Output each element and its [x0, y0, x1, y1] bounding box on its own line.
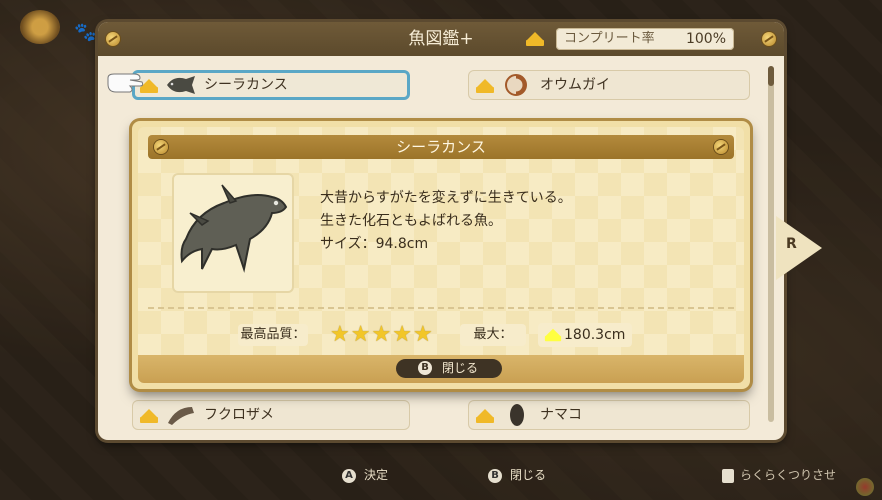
- list-item-nautilus[interactable]: オウムガイ: [468, 70, 750, 100]
- fish-detail-popup: シーラカンス 大昔からすがたを変えずに生きている。 生きた化石ともよばれる魚。 …: [132, 121, 750, 389]
- crown-icon: [526, 32, 544, 46]
- button-icon: [722, 468, 734, 483]
- nautilus-icon: [505, 74, 527, 96]
- max-size-box: 180.3cm: [538, 323, 632, 347]
- sea-cucumber-icon: [510, 404, 524, 426]
- star-icon: ★: [412, 322, 433, 347]
- max-size-label: 最大：: [460, 324, 526, 346]
- description-line: 生きた化石ともよばれる魚。: [320, 213, 502, 229]
- completion-value: 100%: [685, 31, 726, 47]
- auto-fishing-hint[interactable]: らくらくつりさせ: [722, 466, 836, 483]
- window-title: 魚図鑑+: [408, 29, 474, 49]
- a-button-icon: A: [342, 468, 356, 483]
- screw-icon: [106, 32, 120, 46]
- quality-label: 最高品質：: [238, 324, 308, 346]
- fish-description: 大昔からすがたを変えずに生きている。 生きた化石ともよばれる魚。 サイズ：94.…: [320, 187, 572, 256]
- panel-header: 魚図鑑+ コンプリート率 100%: [98, 22, 784, 56]
- coelacanth-image: [180, 184, 288, 273]
- completion-label: コンプリート率: [564, 31, 655, 46]
- logo-icon: [856, 478, 874, 496]
- crown-icon: [140, 409, 158, 423]
- detail-title-bar: シーラカンス: [148, 135, 734, 159]
- scrollbar-track[interactable]: [768, 66, 774, 422]
- description-line: 大昔からすがたを変えずに生きている。: [320, 190, 572, 206]
- coelacanth-icon: [167, 76, 195, 94]
- screw-icon: [714, 140, 728, 154]
- detail-title: シーラカンス: [396, 138, 486, 156]
- r-button-label: R: [786, 236, 797, 252]
- completion-box: コンプリート率 100%: [556, 28, 734, 50]
- close-detail-button[interactable]: B 閉じる: [396, 359, 502, 378]
- b-button-icon: B: [418, 361, 432, 375]
- size-line: サイズ：94.8cm: [320, 236, 429, 252]
- screw-icon: [762, 32, 776, 46]
- star-icon: ★: [371, 322, 392, 347]
- crown-icon: [476, 79, 494, 93]
- divider: [148, 307, 734, 309]
- close-hint-label: 閉じる: [510, 468, 547, 482]
- confirm-label: 決定: [364, 468, 389, 482]
- completion-rate: コンプリート率 100%: [526, 28, 756, 50]
- star-icon: ★: [392, 322, 412, 347]
- detail-footer: B 閉じる: [138, 355, 744, 383]
- list-item-label: フクロザメ: [204, 407, 274, 423]
- megamouth-icon: [168, 407, 194, 425]
- list-item-label: オウムガイ: [540, 77, 610, 93]
- fish-portrait: [172, 173, 294, 293]
- list-item-megamouth[interactable]: フクロザメ: [132, 400, 410, 430]
- next-page-tab[interactable]: [776, 216, 822, 280]
- star-icon: ★: [350, 322, 371, 347]
- crown-icon: [476, 409, 494, 423]
- list-item-label: ナマコ: [540, 407, 582, 423]
- star-icon: ★: [330, 322, 350, 347]
- pointing-hand-icon: [107, 73, 144, 93]
- close-label: 閉じる: [442, 361, 479, 375]
- screw-icon: [154, 140, 168, 154]
- quality-stars: ★★★★★: [330, 323, 434, 347]
- close-hint[interactable]: B 閉じる: [488, 466, 546, 483]
- scrollbar-thumb[interactable]: [768, 66, 774, 86]
- max-size-value: 180.3cm: [564, 327, 626, 343]
- confirm-hint[interactable]: A 決定: [342, 466, 388, 483]
- paw-icon: 🐾: [74, 22, 97, 43]
- watermark: [856, 478, 878, 496]
- sun-weather-icon: [20, 10, 60, 44]
- b-button-icon: B: [488, 468, 502, 483]
- detail-body: シーラカンス 大昔からすがたを変えずに生きている。 生きた化石ともよばれる魚。 …: [138, 127, 744, 383]
- list-item-coelacanth[interactable]: シーラカンス: [132, 70, 410, 100]
- bottom-hint-bar: A 決定 B 閉じる らくらくつりさせ: [0, 462, 882, 486]
- list-item-label: シーラカンス: [204, 77, 288, 93]
- auto-fishing-label: らくらくつりさせ: [740, 468, 837, 482]
- crown-icon: [545, 329, 561, 342]
- list-item-sea-cucumber[interactable]: ナマコ: [468, 400, 750, 430]
